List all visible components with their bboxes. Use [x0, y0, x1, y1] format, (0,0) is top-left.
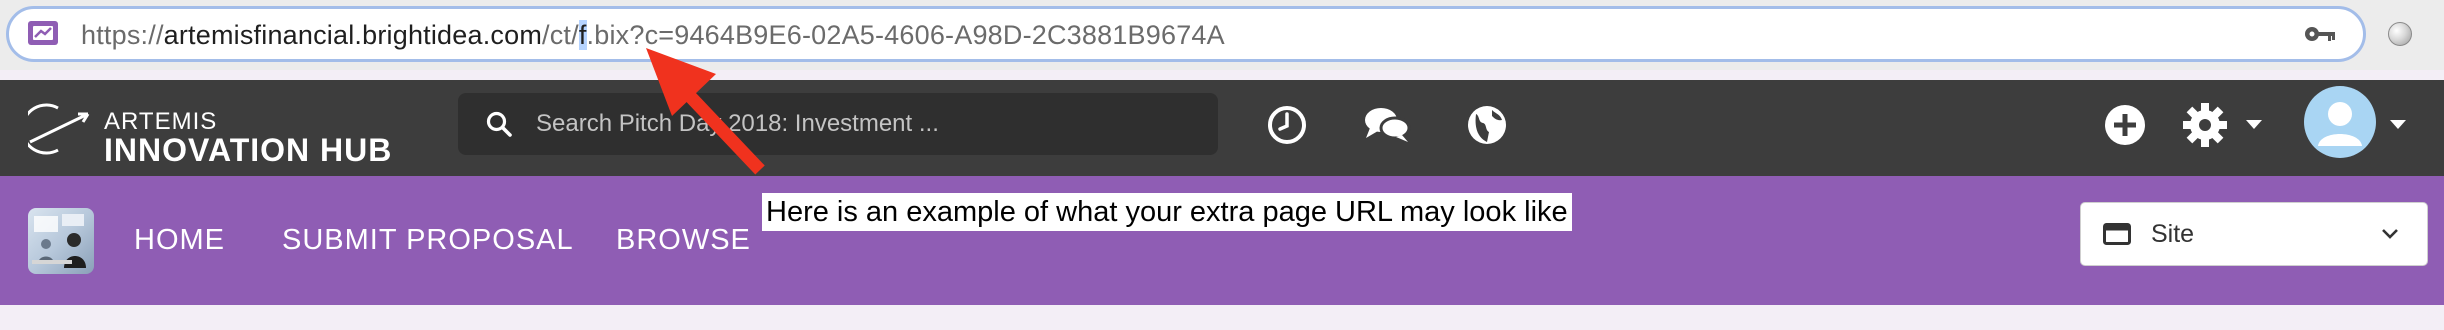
hub-thumbnail-image[interactable]	[28, 208, 94, 274]
address-bar[interactable]: https://artemisfinancial.brightidea.com/…	[6, 6, 2366, 62]
browser-toolbar: https://artemisfinancial.brightidea.com/…	[0, 0, 2444, 70]
url-text[interactable]: https://artemisfinancial.brightidea.com/…	[81, 20, 1225, 50]
add-icon[interactable]	[2102, 102, 2148, 148]
search-box[interactable]: Search Pitch Day 2018: Investment ...	[458, 93, 1218, 155]
key-icon[interactable]	[2303, 23, 2337, 45]
logo-text-innovation-hub: INNOVATION HUB	[104, 132, 393, 168]
search-icon	[486, 111, 512, 137]
user-menu-caret-icon[interactable]	[2390, 120, 2406, 129]
browser-extension-icon[interactable]	[2388, 22, 2412, 46]
artemis-bow-icon	[28, 103, 90, 155]
globe-icon[interactable]	[1464, 102, 1510, 148]
clock-icon[interactable]	[1264, 102, 1310, 148]
url-selected-text: f	[578, 20, 587, 50]
avatar[interactable]	[2304, 86, 2376, 158]
nav-submit-proposal[interactable]: SUBMIT PROPOSAL	[282, 224, 574, 256]
nav-browse[interactable]: BROWSE	[616, 224, 751, 256]
user-icon	[2318, 102, 2362, 146]
search-input[interactable]: Search Pitch Day 2018: Investment ...	[536, 110, 939, 138]
url-remainder: .bix?c=9464B9E6-02A5-4606-A98D-2C3881B96…	[586, 20, 1225, 50]
site-favicon-icon	[27, 20, 61, 48]
window-icon	[2103, 223, 2131, 245]
site-select-dropdown[interactable]: Site	[2080, 202, 2428, 266]
url-scheme: https://	[81, 20, 164, 50]
logo-text-artemis: ARTEMIS	[104, 108, 218, 135]
site-select-label: Site	[2151, 220, 2195, 248]
url-host: artemisfinancial.brightidea.com	[163, 20, 543, 50]
nav-home[interactable]: HOME	[134, 224, 225, 256]
top-navigation: ARTEMIS INNOVATION HUB Search Pitch Day …	[0, 80, 2444, 176]
settings-caret-icon[interactable]	[2246, 120, 2262, 129]
annotation-label: Here is an example of what your extra pa…	[762, 193, 1572, 231]
logo[interactable]: ARTEMIS INNOVATION HUB	[28, 94, 428, 168]
chat-bubbles-icon[interactable]	[1362, 102, 1412, 148]
chevron-down-icon	[2382, 229, 2398, 239]
page-content-area	[0, 305, 2444, 330]
url-path-segment: /ct/	[542, 20, 579, 50]
gear-icon[interactable]	[2180, 100, 2230, 150]
